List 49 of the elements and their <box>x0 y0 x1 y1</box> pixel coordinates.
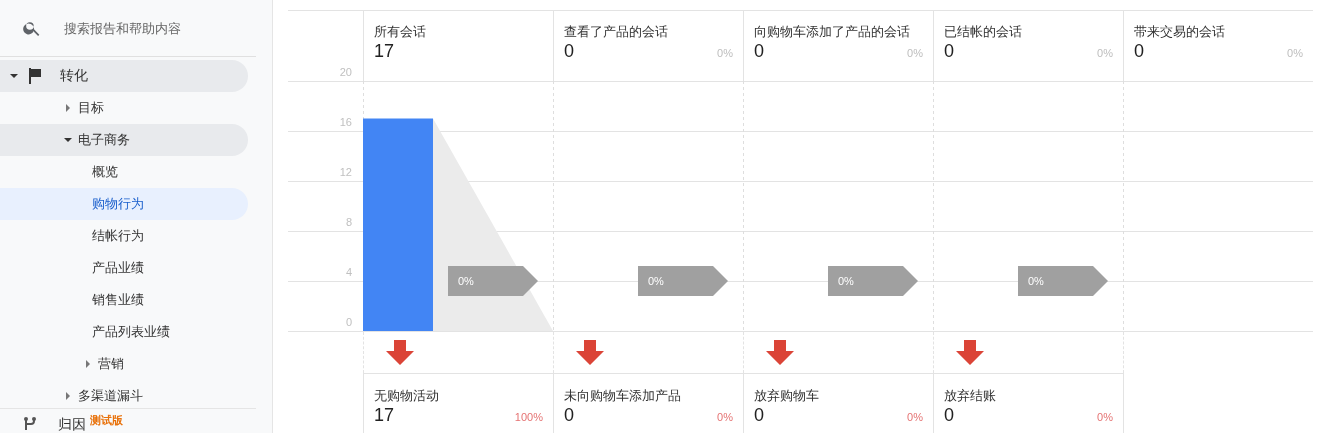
conversion-rate-tag: 0% <box>828 266 918 296</box>
nav-item[interactable]: 电子商务 <box>0 124 248 156</box>
nav-item[interactable]: 购物行为 <box>0 188 248 220</box>
exit-label: 放弃购物车 <box>754 387 820 404</box>
nav-item[interactable]: 产品业绩 <box>0 252 248 284</box>
exit-share: 100% <box>514 411 543 423</box>
nav-item[interactable]: 多渠道漏斗 <box>0 380 248 412</box>
stage-label: 查看了产品的会话 <box>564 23 669 40</box>
stage-value: 0 <box>944 40 954 62</box>
stage-value: 17 <box>374 40 395 62</box>
conversion-rate-tag: 0% <box>1018 266 1108 296</box>
nav-item[interactable]: 销售业绩 <box>0 284 248 316</box>
axis-tick-label: 12 <box>339 166 352 178</box>
axis-tick-label: 8 <box>345 216 352 228</box>
stage-value: 0 <box>754 40 764 62</box>
exit-value: 0 <box>564 404 574 426</box>
axis-tick-label: 20 <box>339 67 352 78</box>
stage-share: 0% <box>907 47 923 59</box>
exit-share: 0% <box>1097 411 1113 423</box>
stage-value: 0 <box>1134 40 1144 62</box>
exit-label: 放弃结账 <box>944 387 997 404</box>
stage-share: 0% <box>717 47 733 59</box>
stage-share: 0% <box>1097 47 1113 59</box>
exit-label: 未向购物车添加产品 <box>564 387 682 404</box>
stage-share: 0% <box>1287 47 1303 59</box>
stage-value: 0 <box>564 40 574 62</box>
nav-item[interactable]: 营销 <box>0 348 248 380</box>
nav-item[interactable]: 产品列表业绩 <box>0 316 248 348</box>
exit-value: 0 <box>754 404 764 426</box>
stage-label: 已结帐的会话 <box>944 23 1023 40</box>
axis-tick-label: 16 <box>339 116 352 128</box>
exit-value: 17 <box>374 404 395 426</box>
nav-item[interactable]: 目标 <box>0 92 248 124</box>
nav-item[interactable]: 结帐行为 <box>0 220 248 252</box>
exit-share: 0% <box>907 411 923 423</box>
beta-label: 测试版 <box>90 413 123 428</box>
conversion-rate-tag: 0% <box>638 266 728 296</box>
search-field[interactable]: 搜索报告和帮助内容 <box>64 18 234 38</box>
nav-item[interactable]: 转化 <box>0 60 248 92</box>
exit-label: 无购物活动 <box>374 387 440 404</box>
exit-value: 0 <box>944 404 954 426</box>
conversion-rate-tag: 0% <box>448 266 538 296</box>
stage-label: 带来交易的会话 <box>1134 23 1226 40</box>
exit-share: 0% <box>717 411 733 423</box>
nav-item[interactable]: 归因 <box>58 416 86 433</box>
nav-item[interactable]: 概览 <box>0 156 248 188</box>
stage-label: 向购物车添加了产品的会话 <box>754 23 911 40</box>
stage-label: 所有会话 <box>374 23 427 40</box>
axis-tick-label: 4 <box>345 266 352 278</box>
